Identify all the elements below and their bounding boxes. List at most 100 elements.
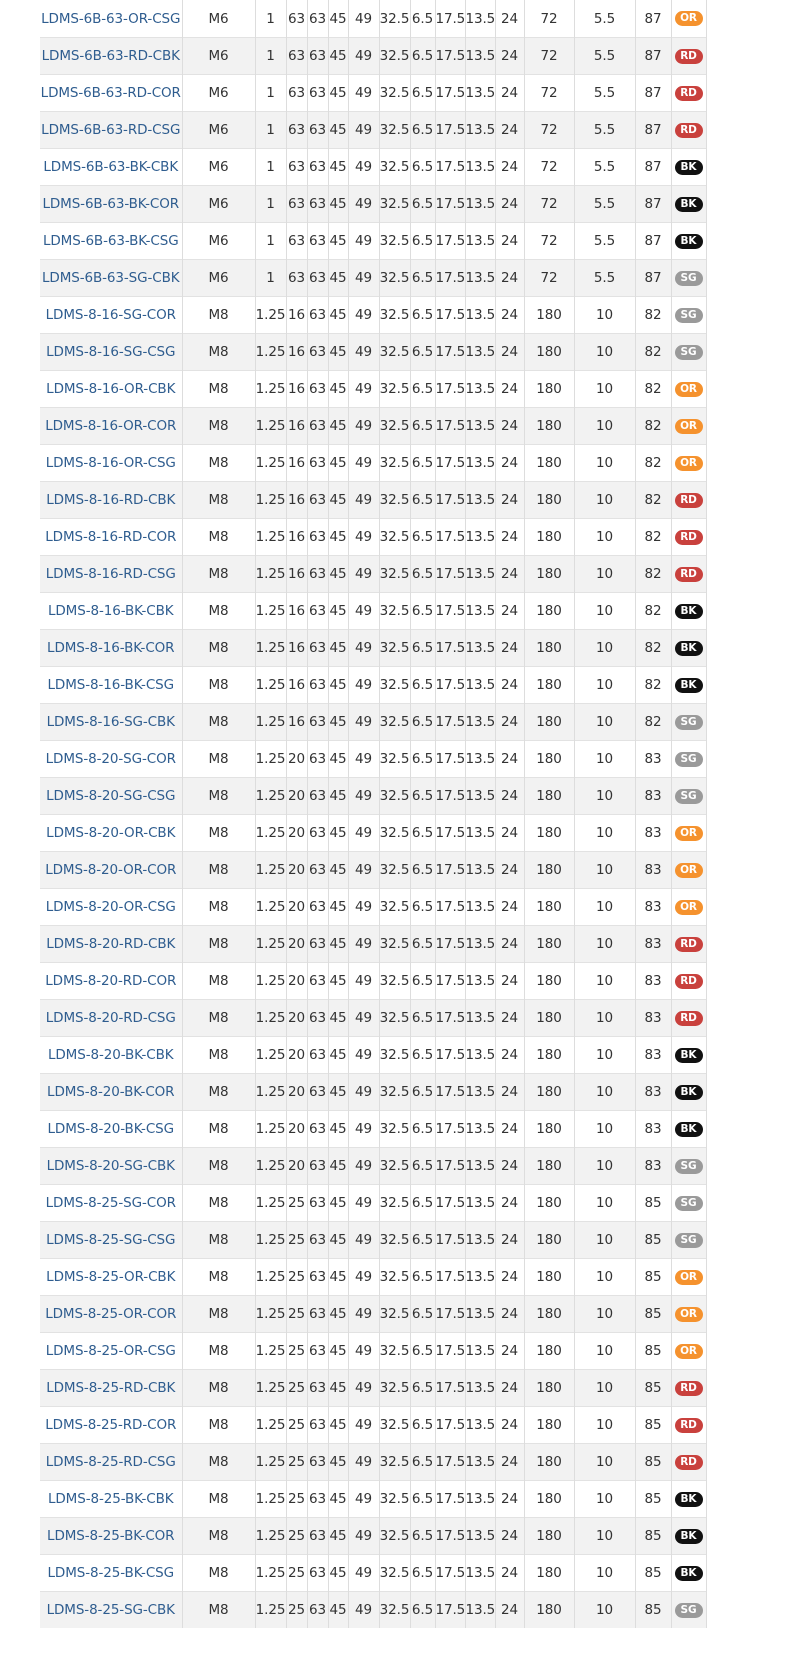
- pitch-cell: 1.25: [255, 1332, 287, 1370]
- weight-cell: 87: [635, 0, 672, 38]
- thread-cell: M8: [182, 407, 256, 445]
- part-number-link[interactable]: LDMS-6B-63-RD-COR: [40, 74, 183, 112]
- part-number-link[interactable]: LDMS-8-20-RD-COR: [40, 962, 183, 1000]
- part-number-link[interactable]: LDMS-8-16-BK-CBK: [40, 592, 183, 630]
- part-number-link[interactable]: LDMS-8-16-RD-COR: [40, 518, 183, 556]
- h-cell: 63: [307, 407, 329, 445]
- part-number-link[interactable]: LDMS-8-25-OR-COR: [40, 1295, 183, 1333]
- color-badge: BK: [674, 1084, 703, 1100]
- h-cell: 63: [307, 1073, 329, 1111]
- l-cell: 25: [286, 1221, 308, 1259]
- pitch-cell: 1.25: [255, 1443, 287, 1481]
- table-row: LDMS-8-16-SG-CSG M8 1.25 16 63 45 49 32.5 6.5 17.…: [40, 333, 707, 371]
- part-number-link[interactable]: LDMS-8-16-RD-CBK: [40, 481, 183, 519]
- part-number-link[interactable]: LDMS-8-25-RD-CBK: [40, 1369, 183, 1407]
- table-row: LDMS-8-25-RD-CBK M8 1.25 25 63 45 49 32.5 6.5 17.…: [40, 1369, 707, 1407]
- max-torque-cell: 10: [574, 1406, 636, 1444]
- f-cell: 17.5: [435, 111, 466, 149]
- part-number-link[interactable]: LDMS-8-25-SG-CSG: [40, 1221, 183, 1259]
- part-number-link[interactable]: LDMS-6B-63-RD-CSG: [40, 111, 183, 149]
- g-cell: 13.5: [465, 185, 496, 223]
- color-cell: OR: [671, 0, 707, 38]
- b-cell: 49: [348, 851, 380, 889]
- w-cell: 45: [328, 1443, 349, 1481]
- part-number-link[interactable]: LDMS-8-20-BK-CSG: [40, 1110, 183, 1148]
- b-cell: 49: [348, 37, 380, 75]
- color-cell: SG: [671, 1221, 707, 1259]
- part-number-link[interactable]: LDMS-8-20-BK-CBK: [40, 1036, 183, 1074]
- weight-cell: 85: [635, 1443, 672, 1481]
- pitch-cell: 1.25: [255, 999, 287, 1037]
- part-number-link[interactable]: LDMS-6B-63-BK-CBK: [40, 148, 183, 186]
- i-cell: 24: [495, 111, 525, 149]
- j-cell: 180: [524, 1554, 575, 1592]
- part-number-link[interactable]: LDMS-8-20-OR-CSG: [40, 888, 183, 926]
- weight-cell: 83: [635, 851, 672, 889]
- b-cell: 49: [348, 555, 380, 593]
- table-row: LDMS-8-20-RD-CBK M8 1.25 20 63 45 49 32.5 6.5 17.…: [40, 925, 707, 963]
- part-number-link[interactable]: LDMS-8-20-SG-CBK: [40, 1147, 183, 1185]
- w-cell: 45: [328, 1480, 349, 1518]
- e-cell: 6.5: [410, 296, 436, 334]
- part-number-link[interactable]: LDMS-8-16-OR-COR: [40, 407, 183, 445]
- b-cell: 49: [348, 259, 380, 297]
- i-cell: 24: [495, 925, 525, 963]
- part-number-link[interactable]: LDMS-8-20-SG-CSG: [40, 777, 183, 815]
- j-cell: 180: [524, 1110, 575, 1148]
- part-number-link[interactable]: LDMS-6B-63-OR-CSG: [40, 0, 183, 38]
- part-number-link[interactable]: LDMS-8-16-OR-CBK: [40, 370, 183, 408]
- e-cell: 6.5: [410, 629, 436, 667]
- j-cell: 72: [524, 37, 575, 75]
- pitch-cell: 1: [255, 37, 287, 75]
- part-number-link[interactable]: LDMS-8-16-SG-CBK: [40, 703, 183, 741]
- part-number-link[interactable]: LDMS-8-25-SG-CBK: [40, 1591, 183, 1628]
- e-cell: 6.5: [410, 814, 436, 852]
- part-number-link[interactable]: LDMS-8-25-OR-CBK: [40, 1258, 183, 1296]
- g-cell: 13.5: [465, 1184, 496, 1222]
- h-cell: 63: [307, 185, 329, 223]
- part-number-link[interactable]: LDMS-8-16-BK-CSG: [40, 666, 183, 704]
- part-number-link[interactable]: LDMS-8-16-BK-COR: [40, 629, 183, 667]
- part-number-link[interactable]: LDMS-8-25-BK-COR: [40, 1517, 183, 1555]
- d-cell: 32.5: [379, 148, 411, 186]
- part-number-link[interactable]: LDMS-8-20-RD-CSG: [40, 999, 183, 1037]
- g-cell: 13.5: [465, 888, 496, 926]
- table-row: LDMS-8-20-SG-CSG M8 1.25 20 63 45 49 32.5 6.5 17.…: [40, 777, 707, 815]
- pitch-cell: 1.25: [255, 481, 287, 519]
- part-number-link[interactable]: LDMS-8-16-SG-COR: [40, 296, 183, 334]
- part-number-link[interactable]: LDMS-8-25-SG-COR: [40, 1184, 183, 1222]
- part-number-link[interactable]: LDMS-6B-63-SG-CBK: [40, 259, 183, 297]
- g-cell: 13.5: [465, 407, 496, 445]
- part-number-link[interactable]: LDMS-6B-63-RD-CBK: [40, 37, 183, 75]
- l-cell: 25: [286, 1554, 308, 1592]
- j-cell: 180: [524, 962, 575, 1000]
- part-number-link[interactable]: LDMS-8-25-RD-CSG: [40, 1443, 183, 1481]
- max-torque-cell: 10: [574, 333, 636, 371]
- f-cell: 17.5: [435, 74, 466, 112]
- d-cell: 32.5: [379, 296, 411, 334]
- e-cell: 6.5: [410, 592, 436, 630]
- part-number-link[interactable]: LDMS-8-16-OR-CSG: [40, 444, 183, 482]
- part-number-link[interactable]: LDMS-8-16-SG-CSG: [40, 333, 183, 371]
- h-cell: 63: [307, 518, 329, 556]
- part-number-link[interactable]: LDMS-8-20-OR-COR: [40, 851, 183, 889]
- part-number-link[interactable]: LDMS-8-20-RD-CBK: [40, 925, 183, 963]
- part-number-link[interactable]: LDMS-8-20-BK-COR: [40, 1073, 183, 1111]
- part-number-link[interactable]: LDMS-8-25-RD-COR: [40, 1406, 183, 1444]
- b-cell: 49: [348, 777, 380, 815]
- color-cell: BK: [671, 148, 707, 186]
- h-cell: 63: [307, 555, 329, 593]
- table-row: LDMS-8-25-OR-CBK M8 1.25 25 63 45 49 32.5 6.5 17.…: [40, 1258, 707, 1296]
- thread-cell: M8: [182, 1554, 256, 1592]
- part-number-link[interactable]: LDMS-8-16-RD-CSG: [40, 555, 183, 593]
- part-number-link[interactable]: LDMS-6B-63-BK-COR: [40, 185, 183, 223]
- h-cell: 63: [307, 37, 329, 75]
- part-number-link[interactable]: LDMS-8-25-BK-CSG: [40, 1554, 183, 1592]
- part-number-link[interactable]: LDMS-8-20-SG-COR: [40, 740, 183, 778]
- part-number-link[interactable]: LDMS-8-25-BK-CBK: [40, 1480, 183, 1518]
- part-number-link[interactable]: LDMS-8-25-OR-CSG: [40, 1332, 183, 1370]
- color-badge: RD: [674, 936, 703, 952]
- part-number-link[interactable]: LDMS-8-20-OR-CBK: [40, 814, 183, 852]
- h-cell: 63: [307, 740, 329, 778]
- part-number-link[interactable]: LDMS-6B-63-BK-CSG: [40, 222, 183, 260]
